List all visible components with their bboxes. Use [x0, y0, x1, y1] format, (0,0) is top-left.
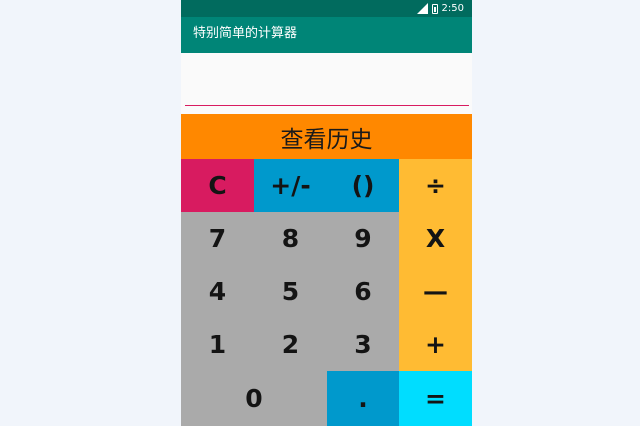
app-bar: 特别简单的计算器: [181, 17, 472, 53]
status-icons: 2:50: [414, 1, 464, 16]
digit-7-button[interactable]: 7: [181, 212, 254, 265]
app-title: 特别简单的计算器: [193, 26, 298, 41]
battery-icon: [431, 3, 438, 14]
digit-4-button[interactable]: 4: [181, 265, 254, 318]
digit-9-button[interactable]: 9: [327, 212, 399, 265]
clear-button[interactable]: C: [181, 159, 254, 212]
phone-screen: 2:50 特别简单的计算器 查看历史 C +/- () ÷ 7 8 9 X 4 …: [181, 0, 472, 426]
divide-button[interactable]: ÷: [399, 159, 472, 212]
cell-signal-icon: [416, 3, 428, 14]
negate-button[interactable]: +/-: [254, 159, 327, 212]
subtract-button[interactable]: —: [399, 265, 472, 318]
parentheses-button[interactable]: (): [327, 159, 399, 212]
multiply-button[interactable]: X: [399, 212, 472, 265]
keypad: C +/- () ÷ 7 8 9 X 4 5 6 — 1 2 3 + 0 . =: [181, 159, 472, 426]
digit-6-button[interactable]: 6: [327, 265, 399, 318]
decimal-button[interactable]: .: [327, 371, 399, 426]
add-button[interactable]: +: [399, 318, 472, 371]
digit-1-button[interactable]: 1: [181, 318, 254, 371]
display-area: [181, 53, 472, 114]
equals-button[interactable]: =: [399, 371, 472, 426]
status-time: 2:50: [441, 3, 464, 14]
status-bar: 2:50: [181, 0, 472, 17]
digit-8-button[interactable]: 8: [254, 212, 327, 265]
digit-0-button[interactable]: 0: [181, 371, 327, 426]
digit-3-button[interactable]: 3: [327, 318, 399, 371]
digit-5-button[interactable]: 5: [254, 265, 327, 318]
display-field[interactable]: [185, 59, 469, 106]
view-history-button[interactable]: 查看历史: [181, 114, 472, 159]
digit-2-button[interactable]: 2: [254, 318, 327, 371]
